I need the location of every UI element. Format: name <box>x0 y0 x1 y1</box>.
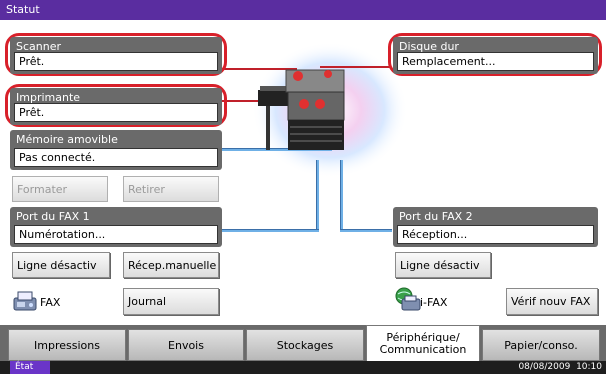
removable-memory-status: Pas connecté. <box>14 148 218 167</box>
fax2-pipe-vertical <box>340 160 343 230</box>
ifax-label: i-FAX <box>420 296 448 309</box>
manual-receive-button[interactable]: Récep.manuelle <box>123 252 219 278</box>
removable-memory-panel: Mémoire amovible Pas connecté. <box>10 130 222 170</box>
fax-label: FAX <box>40 296 61 309</box>
tab-envois[interactable]: Envois <box>128 329 244 361</box>
fax1-pipe-vertical <box>316 160 319 230</box>
disk-panel: Disque dur Remplacement... <box>393 37 598 74</box>
window-title: Statut <box>0 0 606 20</box>
fax1-line-off-button[interactable]: Ligne désactiv <box>12 252 110 278</box>
format-button[interactable]: Formater <box>12 176 108 202</box>
scanner-status: Prêt. <box>14 52 218 71</box>
check-new-fax-button[interactable]: Vérif nouv FAX <box>506 288 598 315</box>
fax-port2-label: Port du FAX 2 <box>399 210 473 223</box>
status-datetime: 08/08/2009 10:10 <box>518 362 602 372</box>
fax-port1-status: Numérotation... <box>14 225 218 244</box>
status-bar: État 08/08/2009 10:10 <box>0 361 606 374</box>
fax2-line-off-button[interactable]: Ligne désactiv <box>395 252 491 278</box>
tab-papier-conso[interactable]: Papier/conso. <box>482 329 600 361</box>
fax-log-button[interactable]: Journal <box>123 288 219 315</box>
status-state-label[interactable]: État <box>10 361 50 374</box>
bottom-tab-bar: Impressions Envois Stockages Périphériqu… <box>0 325 606 361</box>
status-time: 10:10 <box>576 362 602 372</box>
removable-memory-label: Mémoire amovible <box>16 133 118 146</box>
remove-button[interactable]: Retirer <box>123 176 219 202</box>
fax-port1-label: Port du FAX 1 <box>16 210 90 223</box>
tab-stockages[interactable]: Stockages <box>246 329 364 361</box>
printer-panel: Imprimante Prêt. <box>10 88 222 125</box>
scanner-panel: Scanner Prêt. <box>10 37 222 74</box>
fax-port1-panel: Port du FAX 1 Numérotation... <box>10 207 222 247</box>
fax-port2-panel: Port du FAX 2 Réception... <box>393 207 598 247</box>
tab-impressions[interactable]: Impressions <box>8 329 126 361</box>
disk-status: Remplacement... <box>397 52 594 71</box>
fax-port2-status: Réception... <box>397 225 594 244</box>
fax-machine-icon <box>13 291 37 311</box>
internet-fax-icon <box>395 287 421 311</box>
mfp-printer-icon <box>258 69 345 150</box>
fax1-pipe-horizontal <box>222 229 319 232</box>
status-date: 08/08/2009 <box>518 362 571 372</box>
fax2-pipe-horizontal <box>340 229 392 232</box>
tab-peripherique-communication[interactable]: Périphérique/ Communication <box>366 325 480 361</box>
printer-status: Prêt. <box>14 103 218 122</box>
